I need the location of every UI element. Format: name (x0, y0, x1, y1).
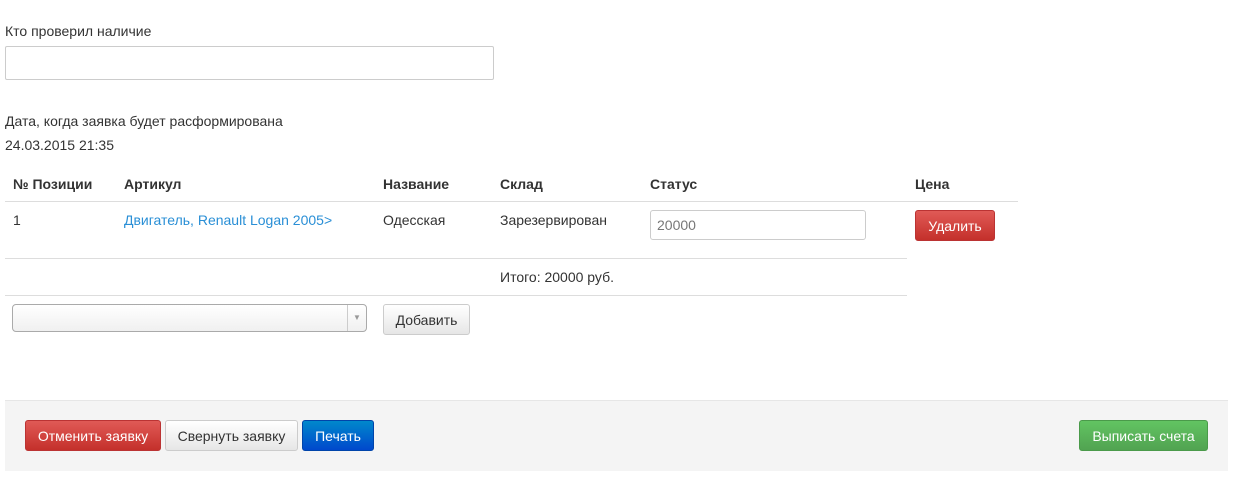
row-name: Одесская (383, 212, 446, 228)
checker-label: Кто проверил наличие (5, 23, 152, 39)
total: Итого: 20000 руб. (500, 269, 614, 285)
print-button[interactable]: Печать (302, 420, 374, 451)
price-input[interactable] (650, 210, 866, 240)
cancel-request-button[interactable]: Отменить заявку (25, 420, 161, 451)
header-price: Цена (915, 176, 950, 192)
delete-button[interactable]: Удалить (915, 210, 995, 241)
article-link[interactable]: Двигатель, Renault Logan 2005> (124, 212, 332, 228)
collapse-request-button[interactable]: Свернуть заявку (165, 420, 298, 451)
divider (5, 295, 907, 296)
article-select[interactable]: ▼ (12, 304, 367, 332)
header-status: Статус (650, 176, 698, 192)
disband-label: Дата, когда заявка будет расформирована (5, 113, 283, 129)
header-warehouse: Склад (500, 176, 543, 192)
header-name: Название (383, 176, 450, 192)
issue-invoices-button[interactable]: Выписать счета (1079, 420, 1208, 451)
divider (5, 258, 907, 259)
header-position: № Позиции (13, 176, 93, 192)
divider (5, 201, 1018, 202)
row-number: 1 (13, 212, 21, 228)
checker-input[interactable] (5, 46, 494, 80)
header-article: Артикул (124, 176, 182, 192)
chevron-down-icon: ▼ (347, 305, 366, 331)
disband-date: 24.03.2015 21:35 (5, 137, 114, 153)
row-warehouse: Зарезервирован (500, 212, 607, 228)
add-button[interactable]: Добавить (383, 304, 470, 335)
